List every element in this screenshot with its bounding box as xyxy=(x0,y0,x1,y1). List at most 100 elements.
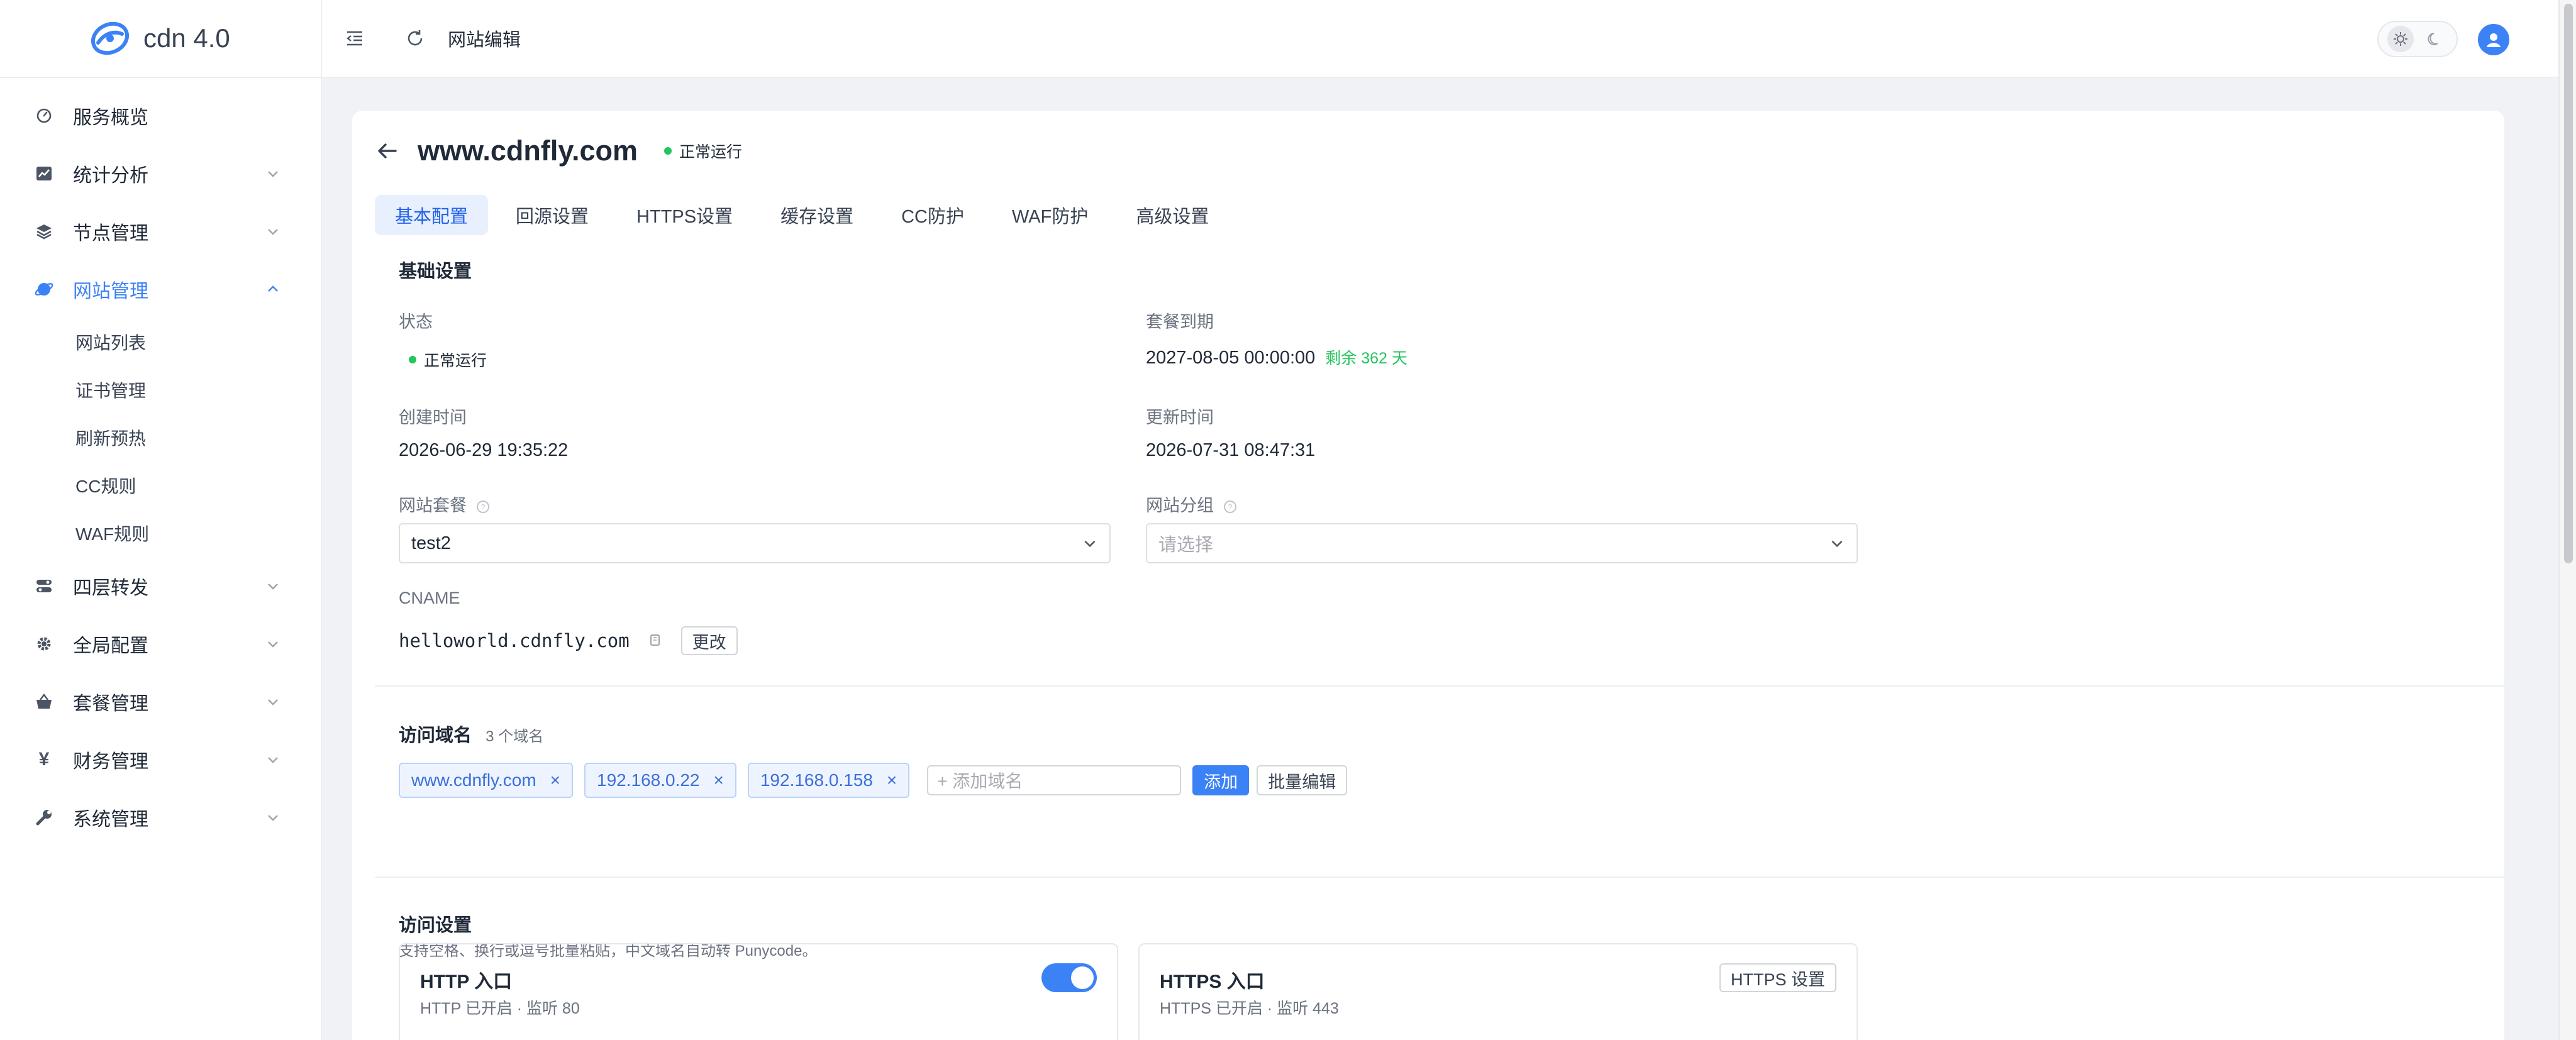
site-status-badge: 正常运行 xyxy=(664,140,742,162)
cname-change-button[interactable]: 更改 xyxy=(680,626,738,655)
sidebar-item-global-config[interactable]: 全局配置 xyxy=(0,615,321,673)
chevron-down-icon xyxy=(268,171,278,177)
copy-icon[interactable] xyxy=(647,633,663,649)
batch-edit-button[interactable]: 批量编辑 xyxy=(1257,765,1348,795)
status-dot xyxy=(409,356,416,363)
section-title-domains: 访问域名 3 个域名 xyxy=(399,721,543,747)
basket-icon xyxy=(34,692,54,712)
section-title-access: 访问设置 xyxy=(399,916,472,936)
top-header: 网站编辑 xyxy=(322,0,2558,78)
sidebar-item-finance[interactable]: ¥ 财务管理 xyxy=(0,731,321,788)
submenu-item-waf-rules[interactable]: WAF规则 xyxy=(0,509,321,557)
sidebar-item-system[interactable]: 系统管理 xyxy=(0,788,321,846)
page-title: 网站编辑 xyxy=(448,30,521,50)
sidebar-item-label: 财务管理 xyxy=(73,751,148,772)
yen-icon: ¥ xyxy=(38,749,50,770)
theme-toggle[interactable] xyxy=(2377,21,2458,57)
https-entry-panel: HTTPS 入口 HTTPS 已开启 · 监听 443 HTTPS 设置 xyxy=(1138,943,1858,1040)
expire-label: 套餐到期 xyxy=(1146,313,1214,331)
sidebar-item-stats[interactable]: 统计分析 xyxy=(0,145,321,202)
expire-date: 2027-08-05 00:00:00 xyxy=(1146,348,1316,368)
page-scrollbar[interactable] xyxy=(2558,0,2576,1040)
scrollbar-thumb[interactable] xyxy=(2564,4,2573,563)
arrow-left-icon[interactable] xyxy=(375,138,400,163)
refresh-icon[interactable] xyxy=(400,23,430,53)
submenu-item-refresh-preheat[interactable]: 刷新预热 xyxy=(0,414,321,462)
help-circle-icon[interactable]: ? xyxy=(475,499,491,514)
sidebar-item-label: 网站管理 xyxy=(73,281,148,302)
domain-tag-text: 192.168.0.22 xyxy=(597,770,700,790)
svg-text:?: ? xyxy=(1228,502,1232,511)
sun-icon[interactable] xyxy=(2387,26,2414,52)
add-domain-input[interactable]: + 添加域名 xyxy=(927,765,1182,795)
http-entry-status: HTTP 已开启 · 监听 80 xyxy=(420,1000,580,1017)
chevron-down-icon xyxy=(268,229,278,235)
sidebar-item-nodes[interactable]: 节点管理 xyxy=(0,202,321,260)
close-icon[interactable]: × xyxy=(887,770,897,790)
domain-tag-text: 192.168.0.158 xyxy=(760,770,873,790)
switch-icon xyxy=(34,576,54,596)
plan-select[interactable]: test2 xyxy=(399,523,1111,563)
submenu-item-site-list[interactable]: 网站列表 xyxy=(0,318,321,366)
close-icon[interactable]: × xyxy=(550,770,560,790)
submenu-item-certificates[interactable]: 证书管理 xyxy=(0,366,321,414)
https-entry-title: HTTPS 入口 xyxy=(1160,971,1265,992)
section-title-basic: 基础设置 xyxy=(399,262,472,282)
cname-value: helloworld.cdnfly.com xyxy=(399,630,630,651)
tab-basic[interactable]: 基本配置 xyxy=(375,195,489,235)
cname-row: helloworld.cdnfly.com 更改 xyxy=(399,626,738,655)
tab-advanced[interactable]: 高级设置 xyxy=(1116,195,1229,235)
tab-cache[interactable]: 缓存设置 xyxy=(760,195,874,235)
add-domain-button[interactable]: 添加 xyxy=(1192,765,1250,795)
submenu-item-cc-rules[interactable]: CC规则 xyxy=(0,462,321,509)
group-select-placeholder: 请选择 xyxy=(1158,535,1214,555)
logo[interactable]: cdn 4.0 xyxy=(0,0,321,78)
https-settings-button[interactable]: HTTPS 设置 xyxy=(1719,963,1836,992)
toggle-knob xyxy=(1071,966,1094,989)
user-icon xyxy=(2487,33,2501,47)
tab-cc[interactable]: CC防护 xyxy=(881,195,984,235)
expire-remaining-days: 剩余 362 天 xyxy=(1325,350,1407,367)
group-select[interactable]: 请选择 xyxy=(1146,523,1858,563)
chart-icon xyxy=(34,163,54,184)
tab-origin[interactable]: 回源设置 xyxy=(496,195,609,235)
sidebar-item-label: 套餐管理 xyxy=(73,694,148,714)
tab-waf[interactable]: WAF防护 xyxy=(992,195,1108,235)
chevron-down-icon xyxy=(268,815,278,821)
sidebar-item-label: 节点管理 xyxy=(73,223,148,244)
chevron-down-icon xyxy=(268,699,278,705)
created-value: 2026-06-29 19:35:22 xyxy=(399,440,569,460)
chevron-down-icon xyxy=(268,584,278,590)
menu-fold-icon[interactable] xyxy=(340,23,370,53)
updated-value: 2026-07-31 08:47:31 xyxy=(1146,440,1316,460)
close-icon[interactable]: × xyxy=(714,770,724,790)
layers-icon xyxy=(34,221,54,241)
expire-value: 2027-08-05 00:00:00 剩余 362 天 xyxy=(1146,346,1407,368)
sidebar-item-l4-forward[interactable]: 四层转发 xyxy=(0,557,321,615)
help-circle-icon[interactable]: ? xyxy=(1223,499,1238,514)
plan-select-value: test2 xyxy=(411,533,451,553)
logo-text: cdn 4.0 xyxy=(143,23,230,53)
sidebar-item-packages[interactable]: 套餐管理 xyxy=(0,673,321,731)
status-value-text: 正常运行 xyxy=(424,352,487,370)
site-domain-title: www.cdnfly.com xyxy=(418,135,638,167)
domains-count: 3 个域名 xyxy=(486,728,544,745)
settings-tabs: 基本配置 回源设置 HTTPS设置 缓存设置 CC防护 WAF防护 高级设置 xyxy=(375,195,1236,235)
moon-icon[interactable] xyxy=(2421,26,2448,52)
sidebar-item-overview[interactable]: 服务概览 xyxy=(0,87,321,145)
updated-label: 更新时间 xyxy=(1146,408,1214,427)
user-avatar[interactable] xyxy=(2478,24,2509,55)
status-label: 状态 xyxy=(399,313,433,331)
tab-https[interactable]: HTTPS设置 xyxy=(616,195,753,235)
domain-tag: 192.168.0.158 × xyxy=(747,763,910,798)
sidebar-item-label: 统计分析 xyxy=(73,165,148,186)
plan-label: 网站套餐 ? xyxy=(399,492,491,516)
chevron-down-icon xyxy=(1831,540,1843,548)
sidebar-item-sites[interactable]: 网站管理 xyxy=(0,260,321,318)
divider xyxy=(375,877,2506,878)
status-text: 正常运行 xyxy=(679,143,743,161)
http-toggle[interactable] xyxy=(1041,963,1097,992)
created-label: 创建时间 xyxy=(399,408,467,427)
sidebar-item-label: 系统管理 xyxy=(73,809,148,830)
cname-label: CNAME xyxy=(399,589,460,607)
